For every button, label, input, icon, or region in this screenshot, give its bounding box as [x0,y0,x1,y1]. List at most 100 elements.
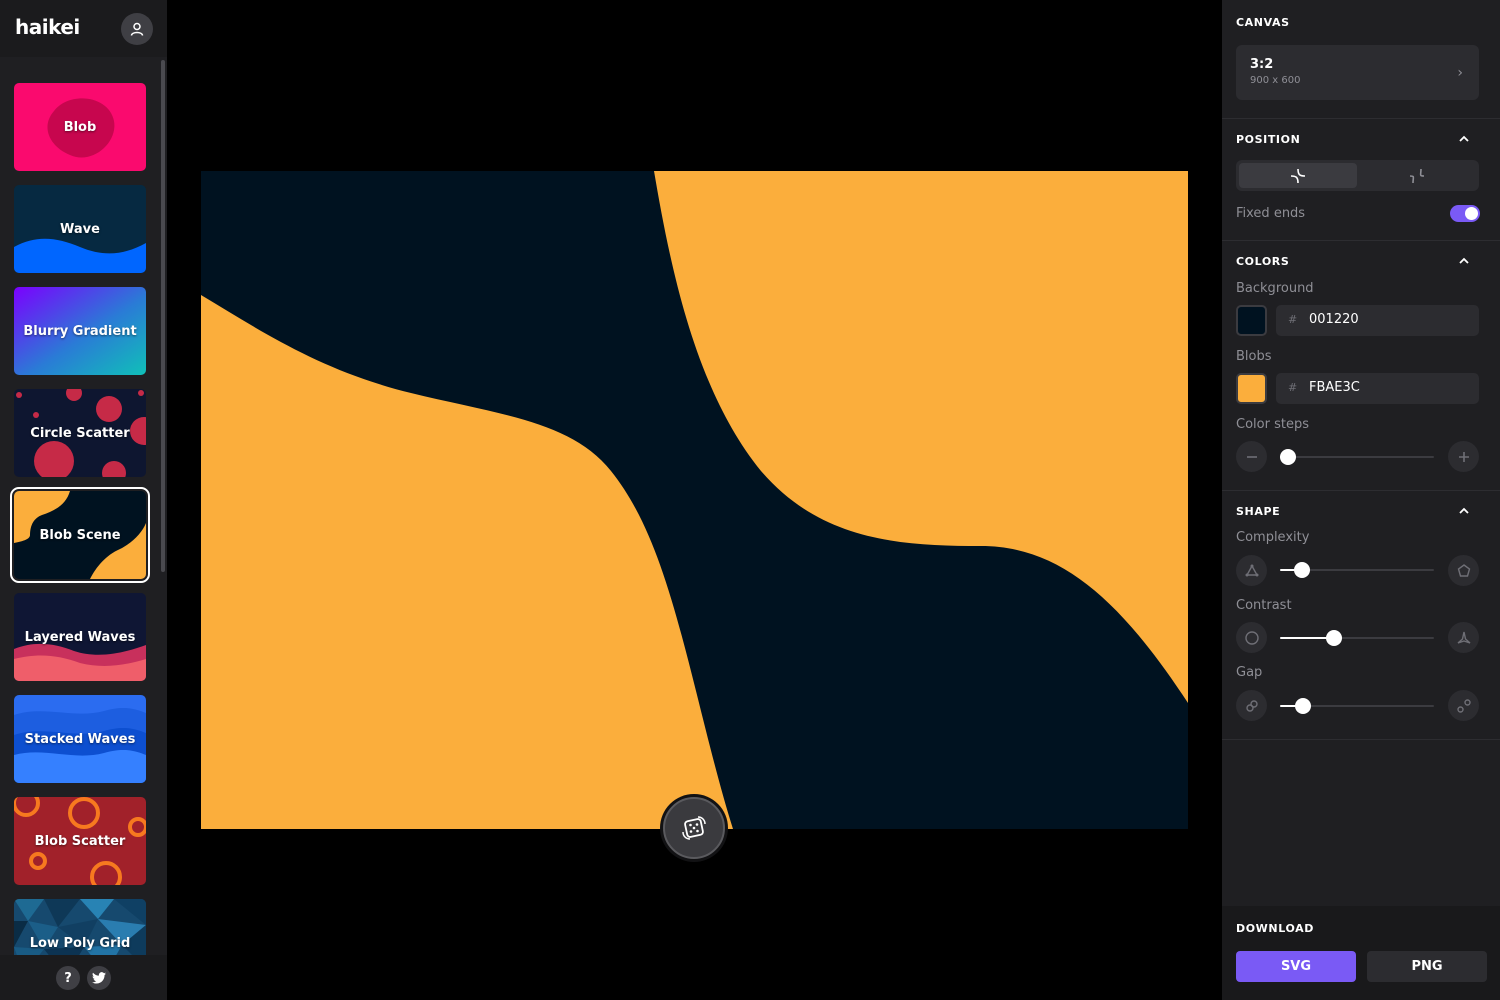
chevron-right-icon: › [1457,65,1463,81]
complexity-slider[interactable] [1280,562,1434,578]
slider-handle[interactable] [1295,698,1312,714]
position-selector [1236,160,1479,191]
position-option-2[interactable] [1358,163,1476,188]
settings-panel: CANVAS 3:2 900 x 600 › POSITION Fixed en… [1222,0,1500,1000]
generator-wave[interactable]: Wave [14,185,146,273]
divider [1222,739,1500,740]
position-curve-alt-icon [1409,168,1425,183]
fixed-ends-label: Fixed ends [1236,206,1306,221]
canvas-preview [201,171,1188,829]
download-png-button[interactable]: PNG [1367,951,1487,982]
generator-label: Low Poly Grid [29,935,131,951]
complexity-min-button[interactable] [1236,555,1267,586]
generator-label: Blob Scene [39,527,121,543]
chevron-up-icon[interactable] [1458,133,1470,145]
help-button[interactable]: ? [56,966,80,990]
user-icon [130,22,144,36]
complex-shape-icon [1457,563,1470,577]
background-hex-value: 001220 [1309,312,1359,327]
position-option-1[interactable] [1239,163,1357,188]
canvas-dimensions: 900 x 600 [1250,75,1301,86]
gap-max-button[interactable] [1448,690,1479,721]
contrast-label: Contrast [1236,598,1292,613]
chevron-up-icon[interactable] [1458,505,1470,517]
canvas-ratio: 3:2 [1250,57,1274,72]
sidebar-scrollbar[interactable] [161,60,165,572]
section-title-position: POSITION [1236,133,1301,146]
linked-circles-icon [1245,699,1258,712]
blobs-label: Blobs [1236,349,1272,364]
generator-label: Stacked Waves [24,731,136,747]
slider-handle[interactable] [1280,449,1296,465]
plus-icon [1458,451,1469,462]
generator-layered-waves[interactable]: Layered Waves [14,593,146,681]
color-steps-slider[interactable] [1280,449,1434,465]
generator-label: Layered Waves [24,629,136,645]
help-icon: ? [64,970,72,986]
generator-blob-scene[interactable]: Blob Scene [10,487,150,583]
divider [1222,240,1500,241]
download-section: DOWNLOAD SVG PNG [1222,906,1500,1000]
generator-label: Circle Scatter [30,425,130,441]
hash-prefix: # [1288,313,1298,326]
generator-blob-scatter[interactable]: Blob Scatter [14,797,146,885]
sidebar: haikei Blob Wave Blurry Gradient Circle … [0,0,167,1000]
spiky-shape-icon [1457,631,1470,644]
slider-handle[interactable] [1325,630,1342,646]
contrast-slider[interactable] [1280,630,1434,646]
canvas-size-select[interactable]: 3:2 900 x 600 › [1236,45,1479,100]
generator-blurry-gradient[interactable]: Blurry Gradient [14,287,146,375]
section-title-colors: COLORS [1236,255,1290,268]
gap-slider[interactable] [1280,698,1434,714]
simple-shape-icon [1245,564,1258,576]
generator-label: Blob [63,119,97,135]
background-color-swatch[interactable] [1236,305,1267,336]
blobs-hex-value: FBAE3C [1309,380,1360,395]
twitter-button[interactable] [87,966,111,990]
section-title-shape: SHAPE [1236,505,1281,518]
generator-low-poly-grid[interactable]: Low Poly Grid [14,899,146,957]
logo[interactable]: haikei [15,15,80,39]
divider [1222,490,1500,491]
blobs-hex-input[interactable]: # FBAE3C [1276,373,1479,404]
download-svg-button[interactable]: SVG [1236,951,1356,982]
complexity-label: Complexity [1236,530,1310,545]
complexity-max-button[interactable] [1448,555,1479,586]
brand-bar: haikei [0,0,167,57]
position-curve-icon [1290,168,1306,183]
gap-label: Gap [1236,665,1263,680]
slider-track [1280,456,1434,458]
twitter-icon [92,972,106,984]
generator-blob[interactable]: Blob [14,83,146,171]
generator-label: Blob Scatter [34,833,126,849]
separated-circles-icon [1456,698,1471,713]
divider [1222,118,1500,119]
user-account-button[interactable] [121,13,153,45]
slider-handle[interactable] [1293,562,1310,578]
generator-stacked-waves[interactable]: Stacked Waves [14,695,146,783]
background-label: Background [1236,281,1314,296]
toggle-knob [1465,207,1478,220]
dice-icon [682,816,706,840]
blobs-color-swatch[interactable] [1236,373,1267,404]
color-steps-decrease-button[interactable] [1236,441,1267,472]
randomize-button[interactable] [663,797,725,859]
section-title-canvas: CANVAS [1236,16,1290,29]
background-hex-input[interactable]: # 001220 [1276,305,1479,336]
contrast-min-button[interactable] [1236,622,1267,653]
color-steps-label: Color steps [1236,417,1309,432]
color-steps-increase-button[interactable] [1448,441,1479,472]
fixed-ends-toggle[interactable] [1450,205,1480,222]
sidebar-footer: ? [0,955,167,1000]
circle-shape-icon [1244,630,1259,645]
contrast-max-button[interactable] [1448,622,1479,653]
generator-label: Blurry Gradient [23,323,137,339]
app-window: haikei Blob Wave Blurry Gradient Circle … [0,0,1500,1000]
blob-scene-artwork [201,171,1188,829]
gap-min-button[interactable] [1236,690,1267,721]
generator-circle-scatter[interactable]: Circle Scatter [14,389,146,477]
hash-prefix: # [1288,381,1298,394]
generator-label: Wave [60,221,100,237]
chevron-up-icon[interactable] [1458,255,1470,267]
minus-icon [1246,455,1257,458]
